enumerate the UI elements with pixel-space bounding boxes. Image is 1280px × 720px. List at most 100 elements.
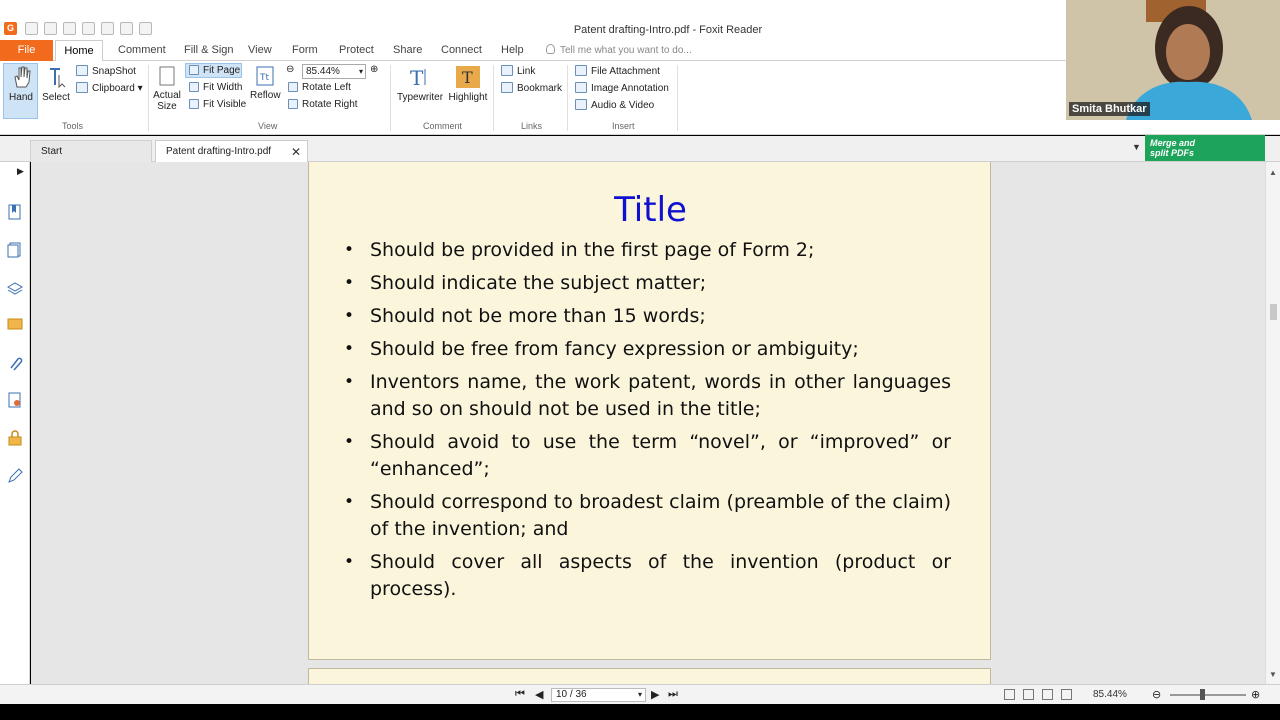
svg-text:T: T (462, 68, 473, 87)
attachments-icon[interactable] (7, 355, 23, 371)
edit-icon[interactable] (7, 468, 23, 484)
clipboard-icon (76, 82, 88, 93)
file-attachment-label: File Attachment (591, 66, 660, 77)
banner-line-2: split PDFs (1150, 148, 1195, 158)
fit-page-button[interactable]: Fit Page (189, 65, 240, 76)
typewriter-icon: T (410, 66, 426, 89)
zoom-slider-track[interactable] (1170, 694, 1246, 696)
tell-me-placeholder: Tell me what you want to do... (560, 45, 692, 56)
tell-me-search[interactable]: Tell me what you want to do... (546, 44, 692, 56)
zoom-out-icon[interactable]: ⊖ (286, 64, 294, 75)
tab-start[interactable]: Start (30, 140, 152, 162)
menu-help[interactable]: Help (501, 40, 524, 61)
menu-view[interactable]: View (248, 40, 272, 61)
menu-fill-sign[interactable]: Fill & Sign (184, 40, 234, 61)
pages-icon[interactable] (7, 242, 23, 258)
last-page-icon[interactable]: ⏭ (668, 688, 678, 701)
bookmarks-icon[interactable] (7, 204, 23, 220)
lock-icon[interactable] (7, 430, 23, 446)
bookmark-button[interactable]: Bookmark (501, 82, 562, 94)
zoom-slider-thumb[interactable] (1200, 689, 1205, 700)
fit-page-icon (189, 65, 199, 75)
rotate-right-button[interactable]: Rotate Right (288, 99, 358, 110)
file-attachment-button[interactable]: File Attachment (575, 65, 660, 77)
tab-patent-drafting[interactable]: Patent drafting-Intro.pdf ✕ (155, 140, 308, 162)
webcam-overlay: Smita Bhutkar (1066, 0, 1280, 120)
scroll-thumb[interactable] (1270, 304, 1277, 320)
clipboard-label: Clipboard (92, 83, 135, 94)
fit-visible-icon (189, 99, 199, 109)
highlight-button[interactable]: T Highlight (448, 65, 488, 103)
continuous-page-icon[interactable] (1023, 689, 1034, 700)
separator (567, 65, 568, 131)
menu-connect[interactable]: Connect (441, 40, 482, 61)
zoom-select[interactable]: 85.44% ▾ (302, 64, 366, 79)
film-icon (575, 99, 587, 110)
link-button[interactable]: Link (501, 65, 535, 77)
fit-page-label: Fit Page (203, 65, 241, 76)
merge-split-banner[interactable]: Merge and split PDFs (1145, 135, 1265, 161)
document-viewer[interactable]: Title Should be provided in the first pa… (31, 162, 1265, 684)
actual-size-button[interactable]: Actual Size (152, 65, 182, 112)
typewriter-button[interactable]: T Typewriter (396, 65, 444, 103)
rotate-left-button[interactable]: Rotate Left (288, 82, 351, 93)
menu-comment[interactable]: Comment (118, 40, 166, 61)
separator (677, 65, 678, 131)
document-tab-bar: Start Patent drafting-Intro.pdf ✕ (0, 136, 1280, 162)
snapshot-label: SnapShot (92, 66, 136, 77)
menu-form[interactable]: Form (292, 40, 318, 61)
previous-page-icon[interactable]: ◀ (535, 688, 543, 701)
view-group-label: View (258, 121, 278, 131)
list-item: Should indicate the subject matter; (344, 270, 951, 297)
chevron-down-icon: ▾ (637, 690, 642, 699)
link-icon (501, 65, 513, 76)
single-page-icon[interactable] (1004, 689, 1015, 700)
rotate-left-label: Rotate Left (302, 82, 351, 93)
fit-visible-label: Fit Visible (203, 99, 247, 110)
menu-home[interactable]: Home (55, 40, 103, 61)
next-pdf-page (308, 668, 991, 684)
zoom-out-icon[interactable]: ⊖ (1152, 688, 1161, 701)
hand-tool-button[interactable]: Hand (6, 65, 36, 103)
typewriter-label: Typewriter (396, 92, 444, 103)
page-number-field[interactable]: 10 / 36 ▾ (551, 688, 646, 702)
actual-size-label: Actual (153, 90, 181, 101)
comment-group-label: Comment (423, 121, 463, 131)
menu-share[interactable]: Share (393, 40, 422, 61)
chevron-down-icon[interactable]: ▼ (1132, 142, 1141, 152)
close-icon[interactable]: ✕ (291, 141, 301, 163)
fit-width-button[interactable]: Fit Width (189, 82, 242, 93)
comments-icon[interactable] (7, 317, 23, 333)
scroll-up-icon[interactable]: ▲ (1269, 168, 1277, 177)
select-tool-button[interactable]: Select (41, 65, 71, 103)
layers-icon[interactable] (7, 279, 23, 295)
first-page-icon[interactable]: ⏮ (515, 688, 525, 701)
image-annotation-button[interactable]: Image Annotation (575, 82, 669, 94)
tab-active-label: Patent drafting-Intro.pdf (166, 146, 272, 157)
menu-file[interactable]: File (0, 40, 53, 61)
chevron-down-icon: ▾ (358, 67, 363, 76)
next-page-icon[interactable]: ▶ (651, 688, 659, 701)
menu-protect[interactable]: Protect (339, 40, 374, 61)
status-bar: ⏮ ◀ 10 / 36 ▾ ▶ ⏭ 85.44% ⊖ ⊕ (0, 684, 1280, 704)
reflow-button[interactable]: Tt Reflow (250, 65, 281, 101)
rotate-left-icon (288, 82, 298, 92)
expand-panel-icon[interactable]: ▶ (17, 166, 24, 177)
highlight-icon: T (456, 66, 480, 88)
lightbulb-icon (546, 44, 555, 54)
signatures-icon[interactable] (7, 392, 23, 408)
zoom-in-icon[interactable]: ⊕ (370, 64, 378, 75)
scroll-down-icon[interactable]: ▼ (1269, 670, 1277, 679)
clipboard-button[interactable]: Clipboard ▾ (76, 82, 143, 94)
snapshot-button[interactable]: SnapShot (76, 65, 136, 77)
pdf-page: Title Should be provided in the first pa… (308, 162, 991, 660)
facing-page-icon[interactable] (1042, 689, 1053, 700)
audio-video-button[interactable]: Audio & Video (575, 99, 654, 111)
zoom-in-icon[interactable]: ⊕ (1251, 688, 1260, 701)
bullet-list: Should be provided in the first page of … (344, 237, 951, 609)
fit-visible-button[interactable]: Fit Visible (189, 99, 246, 110)
continuous-facing-icon[interactable] (1061, 689, 1072, 700)
vertical-scrollbar[interactable]: ▲ ▼ (1265, 162, 1280, 684)
fit-width-label: Fit Width (203, 82, 243, 93)
camera-icon (76, 65, 88, 76)
